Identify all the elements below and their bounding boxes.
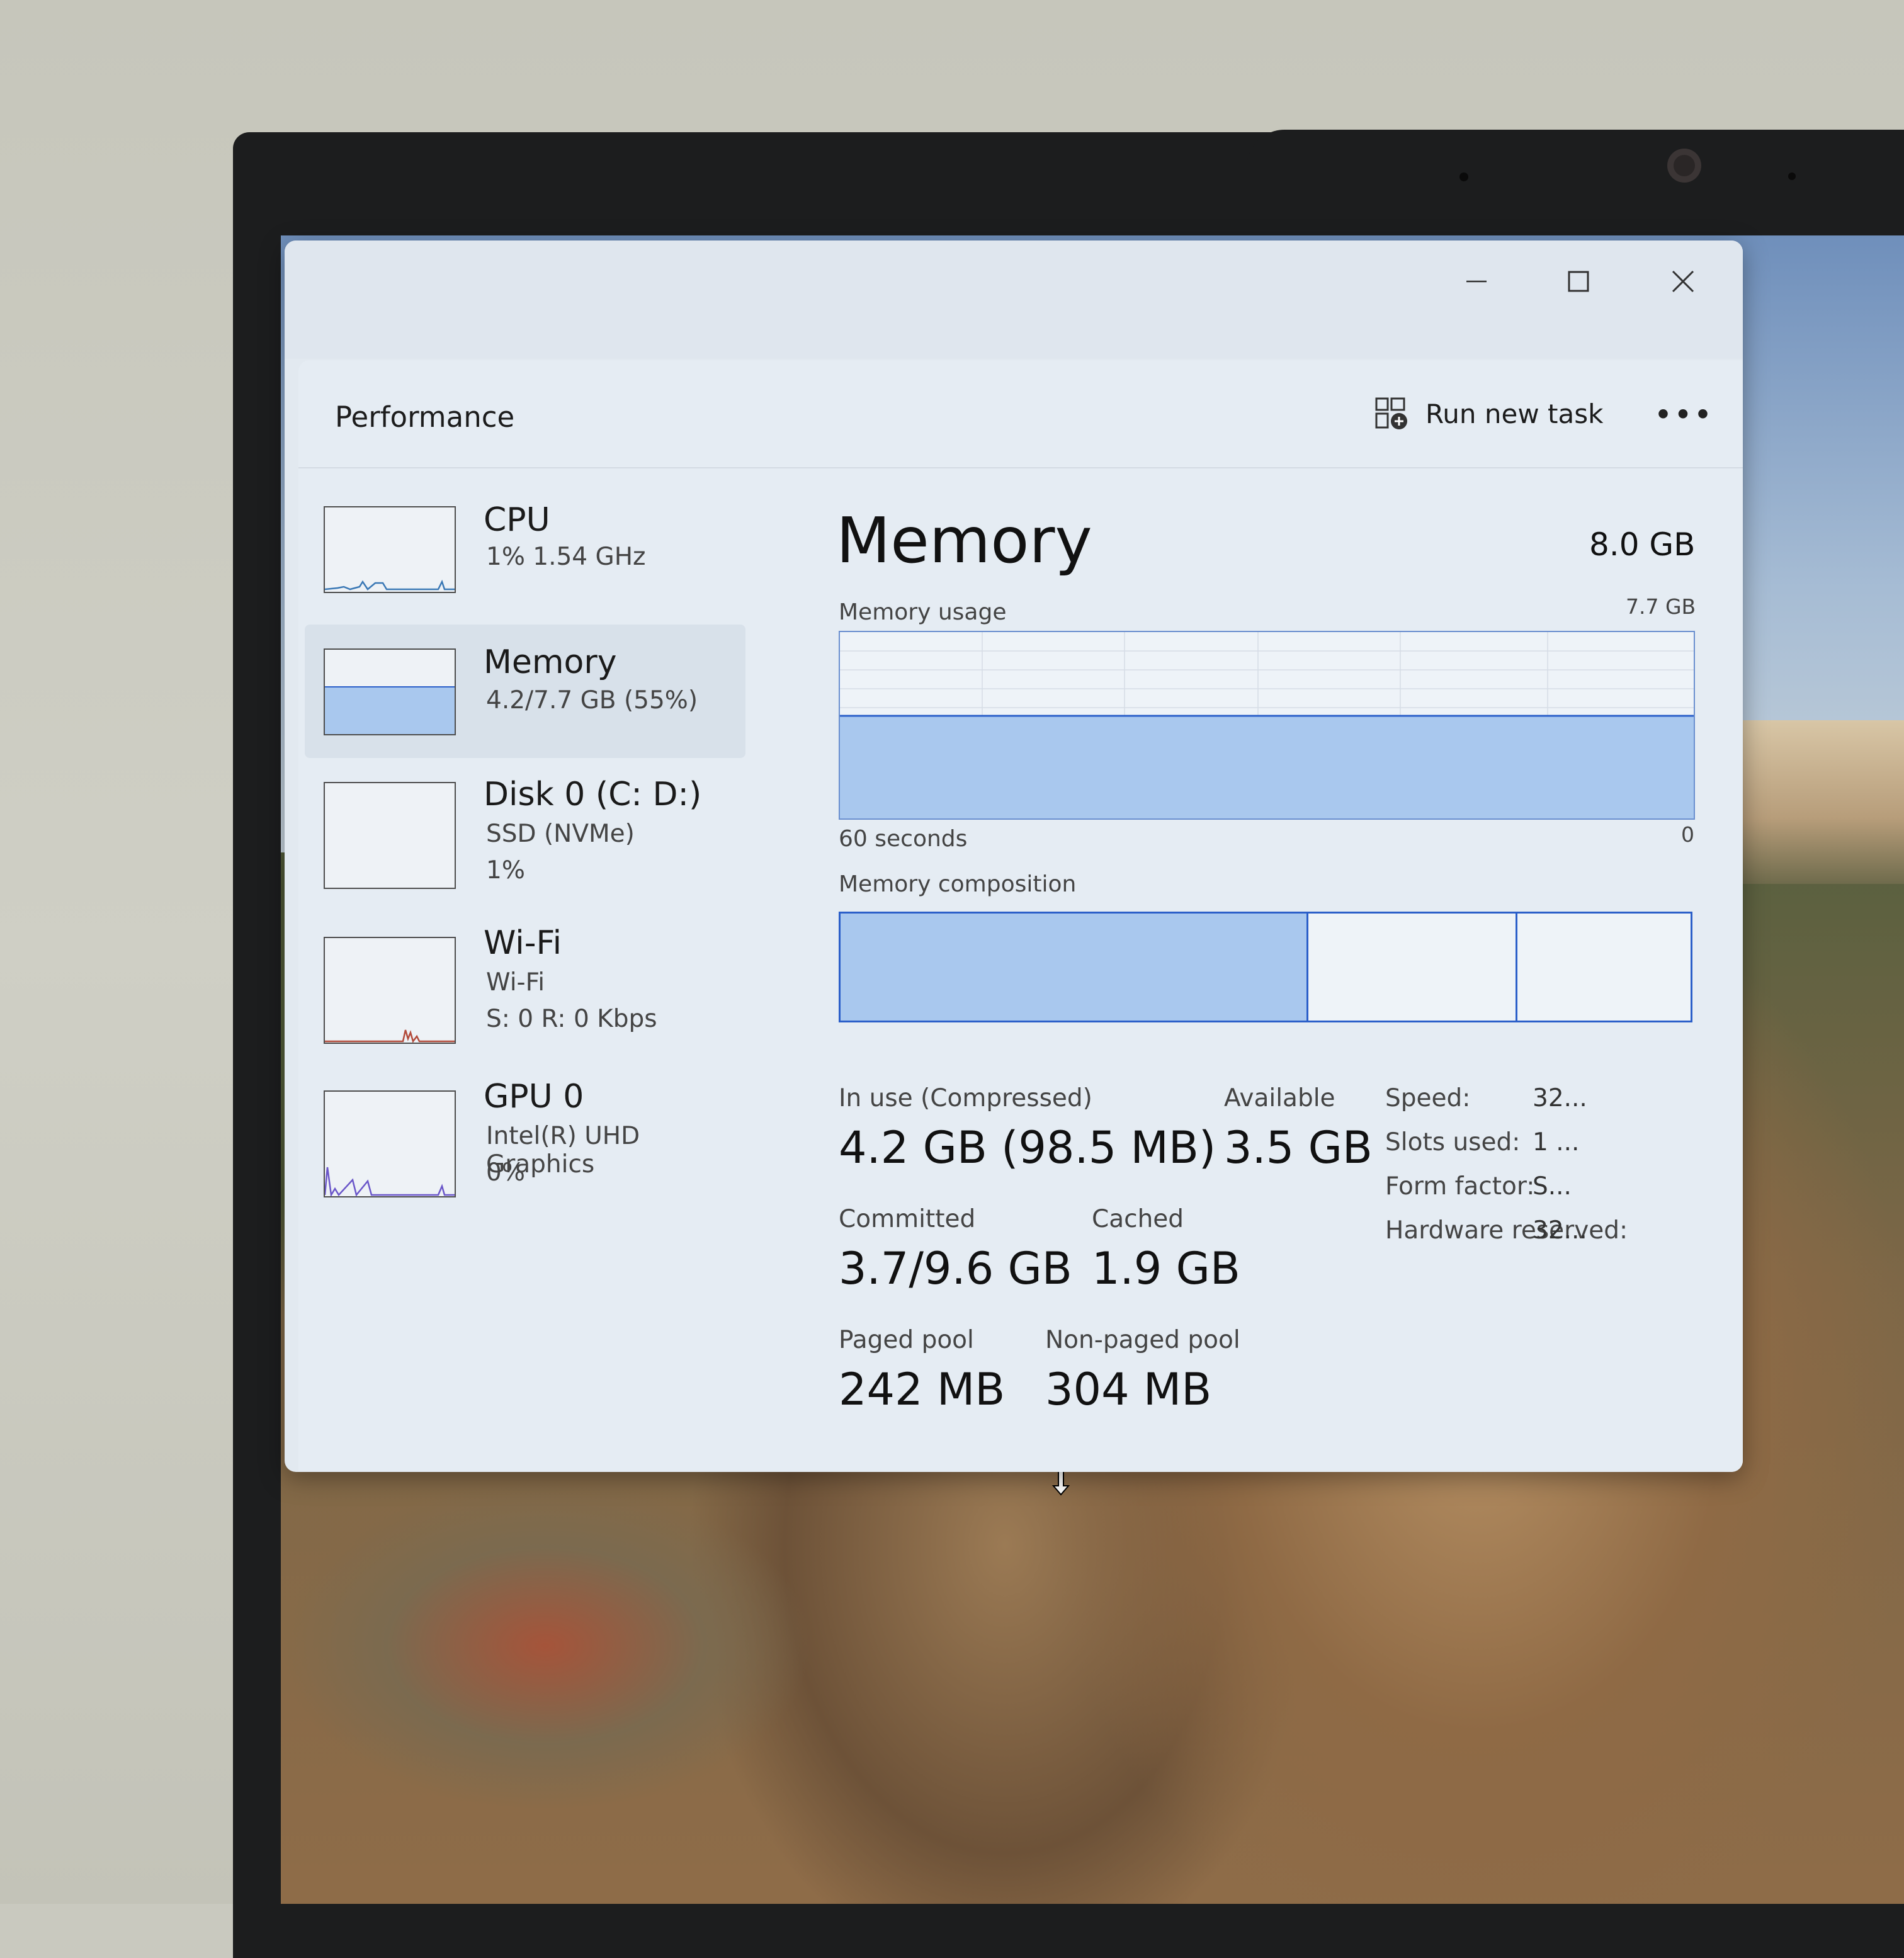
- sensor-dot: [1788, 173, 1796, 180]
- composition-standby: [1517, 912, 1692, 1022]
- close-button[interactable]: [1655, 259, 1711, 303]
- performance-page: Performance Run new task ••• CPU 1% 1.54…: [298, 360, 1743, 1472]
- available-value: 3.5 GB: [1224, 1122, 1373, 1174]
- run-task-icon: [1375, 397, 1407, 429]
- speed-value: 32...: [1533, 1084, 1587, 1112]
- cached-value: 1.9 GB: [1092, 1243, 1240, 1294]
- memory-thumbnail: [324, 648, 456, 735]
- memory-usage-grid: [840, 632, 1694, 818]
- speed-label: Speed:: [1385, 1084, 1471, 1112]
- memory-composition-bar: [839, 912, 1692, 1022]
- committed-value: 3.7/9.6 GB: [839, 1243, 1072, 1294]
- memory-total: 8.0 GB: [1589, 526, 1696, 563]
- task-manager-window: Performance Run new task ••• CPU 1% 1.54…: [285, 241, 1743, 1472]
- composition-in-use: [839, 912, 1308, 1022]
- sidebar-item-gpu[interactable]: GPU 0 Intel(R) UHD Graphics 0%: [305, 1074, 745, 1213]
- sidebar-item-detail: 4.2/7.7 GB (55%): [486, 686, 698, 715]
- wallpaper-town: [1723, 720, 1904, 884]
- sidebar-item-name: Wi-Fi: [484, 924, 562, 962]
- sidebar-item-detail: SSD (NVMe): [486, 820, 635, 848]
- sidebar-item-usage: 1%: [486, 856, 525, 885]
- sidebar-item-wifi[interactable]: Wi-Fi Wi-Fi S: 0 R: 0 Kbps: [305, 920, 745, 1059]
- sidebar-item-cpu[interactable]: CPU 1% 1.54 GHz: [305, 492, 745, 622]
- cpu-graph: [325, 579, 455, 591]
- cached-label: Cached: [1092, 1205, 1184, 1233]
- cpu-thumbnail: [324, 506, 456, 593]
- in-use-value: 4.2 GB (98.5 MB): [839, 1122, 1216, 1174]
- sidebar-item-detail: Wi-Fi: [486, 968, 545, 997]
- non-paged-pool-label: Non-paged pool: [1045, 1326, 1240, 1354]
- sidebar-item-detail: 1% 1.54 GHz: [486, 543, 646, 571]
- wifi-thumbnail: [324, 937, 456, 1044]
- sidebar-item-memory[interactable]: Memory 4.2/7.7 GB (55%): [305, 625, 745, 758]
- run-new-task-button[interactable]: Run new task: [1374, 392, 1603, 436]
- committed-label: Committed: [839, 1205, 976, 1233]
- memory-heading: Memory: [836, 504, 1092, 577]
- sidebar-item-name: Memory: [484, 643, 617, 681]
- wifi-graph: [325, 1029, 455, 1043]
- memory-usage-fill: [840, 716, 1694, 818]
- page-header: Performance Run new task •••: [298, 360, 1743, 468]
- disk-thumbnail: [324, 782, 456, 889]
- form-factor-value: S...: [1533, 1172, 1572, 1201]
- slots-used-value: 1 ...: [1533, 1128, 1580, 1157]
- memory-composition-label: Memory composition: [839, 871, 1077, 897]
- sidebar-item-name: CPU: [484, 501, 550, 539]
- laptop-bezel-notch: [1247, 130, 1904, 174]
- sidebar-item-disk[interactable]: Disk 0 (C: D:) SSD (NVMe) 1%: [305, 769, 745, 908]
- slots-used-label: Slots used:: [1385, 1128, 1521, 1157]
- webcam: [1667, 149, 1701, 183]
- maximize-icon: [1568, 271, 1589, 292]
- page-title: Performance: [335, 400, 515, 434]
- minimize-button[interactable]: [1448, 259, 1505, 303]
- more-options-button[interactable]: •••: [1654, 393, 1712, 437]
- memory-thumbnail-fill: [325, 686, 455, 734]
- paged-pool-label: Paged pool: [839, 1326, 974, 1354]
- sidebar-item-throughput: S: 0 R: 0 Kbps: [486, 1005, 657, 1033]
- form-factor-label: Form factor:: [1385, 1172, 1535, 1201]
- non-paged-pool-value: 304 MB: [1045, 1364, 1212, 1415]
- sensor-dot: [1459, 173, 1468, 181]
- memory-usage-max: 7.7 GB: [1626, 594, 1696, 619]
- composition-modified: [1308, 912, 1518, 1022]
- in-use-label: In use (Compressed): [839, 1084, 1092, 1112]
- title-bar[interactable]: [285, 241, 1743, 359]
- memory-usage-chart: [839, 631, 1695, 820]
- time-end-label: 0: [1681, 822, 1694, 847]
- sidebar-item-name: GPU 0: [484, 1078, 584, 1116]
- sidebar-item-usage: 0%: [486, 1158, 525, 1187]
- minimize-icon: [1466, 280, 1487, 283]
- memory-usage-label: Memory usage: [839, 599, 1007, 625]
- gpu-graph: [325, 1167, 455, 1196]
- close-icon: [1672, 270, 1694, 293]
- paged-pool-value: 242 MB: [839, 1364, 1006, 1415]
- run-new-task-label: Run new task: [1425, 398, 1604, 429]
- sidebar-item-name: Disk 0 (C: D:): [484, 776, 702, 813]
- hardware-reserved-value: 32...: [1533, 1216, 1587, 1245]
- hardware-reserved-label: Hardware reserved:: [1385, 1216, 1628, 1245]
- available-label: Available: [1224, 1084, 1335, 1112]
- gpu-thumbnail: [324, 1090, 456, 1197]
- time-window-label: 60 seconds: [839, 826, 968, 852]
- maximize-button[interactable]: [1550, 259, 1607, 303]
